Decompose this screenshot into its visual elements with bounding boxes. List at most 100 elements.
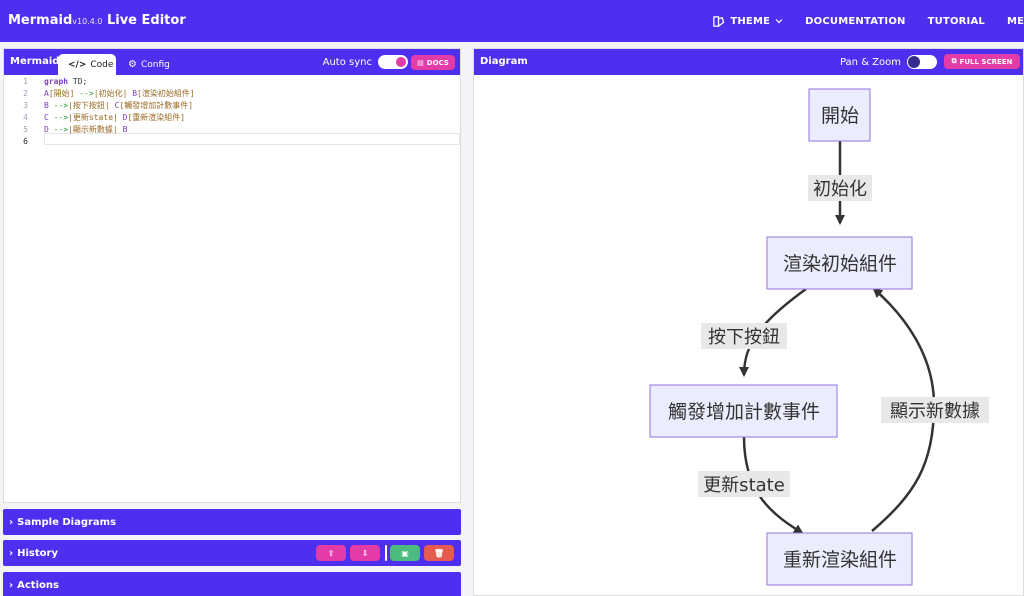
chevron-right-icon: › [9, 516, 14, 528]
code-text: B -->|按下按鈕| C[觸發增加計數事件] [44, 100, 193, 111]
book-icon: ▤ [417, 58, 424, 67]
code-token: |初始化| [93, 88, 128, 98]
brand-subtitle: Live Editor [106, 13, 186, 28]
diagram-canvas[interactable]: 初始化 按下按鈕 更新state 顯示新數據 開始 渲染初始組件 觸發增加計數事… [474, 75, 1024, 596]
edge-label-d-b: 顯示新數據 [890, 401, 980, 422]
code-token: B [122, 124, 128, 134]
full-screen-button[interactable]: ⧉ FULL SCREEN [944, 54, 1020, 69]
code-text: A[開始] -->|初始化| B[渲染初始組件] [44, 88, 195, 99]
pan-zoom-toggle[interactable] [907, 55, 937, 69]
code-line[interactable]: 5 D -->|顯示新數據| B [4, 123, 460, 135]
pan-zoom: Pan & Zoom [840, 55, 937, 69]
code-token: graph [44, 76, 69, 86]
flowchart-svg: 初始化 按下按鈕 更新state 顯示新數據 開始 渲染初始組件 觸發增加計數事… [649, 88, 989, 586]
nav-tutorial[interactable]: TUTORIAL [917, 16, 996, 27]
code-text: graph TD; [44, 77, 87, 86]
auto-sync: Auto sync [323, 55, 408, 69]
actions-section[interactable]: › Actions [3, 572, 461, 596]
history-section[interactable]: › History ⇧ ⇩ ▣ 🗑 [3, 540, 461, 566]
line-number: 4 [23, 112, 28, 122]
upload-history-button[interactable]: ⇧ [316, 545, 346, 561]
node-a[interactable]: 開始 [808, 88, 871, 142]
nav-mermaid-chart[interactable]: MER [996, 16, 1024, 27]
tab-config-label: Config [140, 59, 170, 70]
code-token: --> [53, 100, 69, 110]
code-token: --> [79, 88, 94, 98]
gears-icon: ⚙ [128, 59, 137, 70]
save-icon: ▣ [401, 548, 409, 558]
chevron-down-icon [775, 19, 783, 24]
download-history-button[interactable]: ⇩ [350, 545, 380, 561]
edge-label-a-b: 初始化 [813, 179, 867, 200]
diagram-panel-title: Diagram [480, 56, 528, 67]
diagram-panel-header: Diagram Pan & Zoom ⧉ FULL SCREEN [474, 49, 1023, 75]
full-screen-label: FULL SCREEN [959, 57, 1013, 66]
code-token: [重新渲染組件] [127, 112, 186, 122]
code-text: D -->|顯示新數據| B [44, 124, 127, 135]
palette-icon [713, 15, 725, 27]
line-number: 6 [23, 136, 28, 146]
history-label: History [17, 547, 58, 559]
tab-code-label: Code [90, 59, 114, 70]
nav-documentation[interactable]: DOCUMENTATION [794, 16, 916, 27]
line-number: 3 [23, 100, 28, 110]
code-token: --> [53, 124, 69, 134]
tab-config[interactable]: ⚙ Config [118, 54, 178, 75]
sample-diagrams-label: Sample Diagrams [17, 516, 117, 528]
auto-sync-label: Auto sync [322, 56, 372, 68]
upload-icon: ⇧ [327, 548, 335, 558]
auto-sync-toggle[interactable] [378, 55, 408, 69]
docs-button[interactable]: ▤ DOCS [411, 55, 455, 70]
editor-panel-title: Mermaid [10, 56, 60, 67]
code-editor[interactable]: 1 graph TD; 2 A[開始] -->|初始化| B[渲染初始組件] 3 B --… [4, 75, 460, 504]
line-number: 1 [23, 76, 28, 86]
code-line[interactable]: 3 B -->|按下按鈕| C[觸發增加計數事件] [4, 99, 460, 111]
node-b-label: 渲染初始組件 [783, 253, 897, 275]
code-token: [渲染初始組件] [137, 88, 195, 98]
line-number: 5 [23, 124, 28, 134]
nav-theme[interactable]: THEME [701, 15, 794, 28]
save-history-button[interactable]: ▣ [390, 545, 420, 561]
pan-zoom-label: Pan & Zoom [839, 56, 901, 68]
app-brand[interactable]: Mermaidv10.4.0 Live Editor [8, 13, 186, 28]
editor-panel-header: Mermaid </> Code ⚙ Config Auto sync ▤ DO… [4, 49, 460, 75]
trash-icon: 🗑 [433, 548, 445, 558]
code-token: [觸發增加計數事件] [119, 100, 194, 110]
nav-links: THEME DOCUMENTATION TUTORIAL MER [701, 0, 1024, 42]
diagram-panel: Diagram Pan & Zoom ⧉ FULL SCREEN 初始化 按下按… [473, 48, 1024, 596]
nav-theme-label: THEME [730, 15, 771, 27]
node-c[interactable]: 觸發增加計數事件 [649, 384, 838, 438]
node-b[interactable]: 渲染初始組件 [766, 236, 913, 290]
delete-history-button[interactable]: 🗑 [424, 545, 454, 561]
node-d[interactable]: 重新渲染組件 [766, 532, 913, 586]
code-line[interactable]: 6 [4, 135, 460, 147]
actions-label: Actions [17, 579, 59, 591]
download-icon: ⇩ [361, 548, 369, 558]
code-token: |更新state| [68, 112, 118, 122]
brand-name: Mermaid [8, 13, 73, 28]
tab-code[interactable]: </> Code [58, 54, 116, 75]
divider [385, 545, 387, 561]
chevron-right-icon: › [9, 579, 14, 591]
docs-button-label: DOCS [426, 58, 449, 67]
sample-diagrams-section[interactable]: › Sample Diagrams [3, 509, 461, 535]
line-number: 2 [23, 88, 28, 98]
top-navbar: Mermaidv10.4.0 Live Editor THEME DOCUMEN… [0, 0, 1024, 42]
edge-label-c-d: 更新state [703, 475, 785, 496]
brand-version: v10.4.0 [72, 17, 103, 26]
code-token: TD; [68, 76, 88, 86]
node-d-label: 重新渲染組件 [783, 549, 897, 571]
code-token: [開始] [48, 88, 75, 98]
code-icon: </> [68, 59, 87, 70]
code-line[interactable]: 4 C -->|更新state| D[重新渲染組件] [4, 111, 460, 123]
code-token: --> [53, 112, 69, 122]
code-text: C -->|更新state| D[重新渲染組件] [44, 112, 185, 123]
code-line[interactable]: 2 A[開始] -->|初始化| B[渲染初始組件] [4, 87, 460, 99]
external-link-icon: ⧉ [951, 57, 957, 65]
code-line[interactable]: 1 graph TD; [4, 75, 460, 87]
code-token: |顯示新數據| [68, 124, 118, 134]
edge-label-b-c: 按下按鈕 [708, 327, 780, 348]
code-token: |按下按鈕| [68, 100, 110, 110]
chevron-right-icon: › [9, 547, 14, 559]
node-a-label: 開始 [821, 105, 859, 127]
